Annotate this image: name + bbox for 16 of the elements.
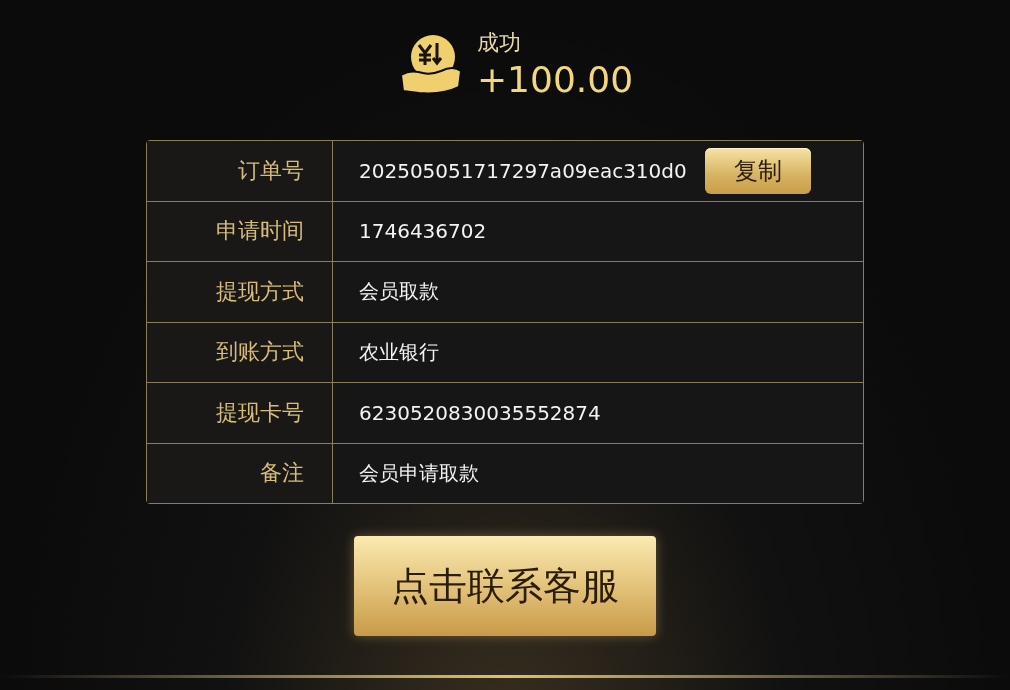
field-value: 会员申请取款 bbox=[359, 459, 479, 487]
copy-button[interactable]: 复制 bbox=[704, 147, 811, 194]
field-label: 到账方式 bbox=[216, 338, 304, 367]
field-value: 202505051717297a09eac310d0 bbox=[359, 158, 687, 183]
contact-support-button[interactable]: 点击联系客服 bbox=[354, 536, 656, 636]
status-text: 成功 bbox=[476, 29, 522, 57]
amount-text: +100.00 bbox=[476, 60, 634, 100]
field-label: 提现方式 bbox=[216, 277, 304, 306]
field-value: 农业银行 bbox=[359, 338, 439, 366]
field-label: 申请时间 bbox=[216, 217, 304, 246]
field-value: 会员取款 bbox=[359, 278, 439, 306]
field-value: 1746436702 bbox=[359, 219, 487, 244]
field-label: 备注 bbox=[260, 459, 304, 488]
field-label: 订单号 bbox=[238, 156, 304, 185]
field-value: 6230520830035552874 bbox=[359, 400, 601, 425]
field-label: 提现卡号 bbox=[216, 398, 304, 427]
